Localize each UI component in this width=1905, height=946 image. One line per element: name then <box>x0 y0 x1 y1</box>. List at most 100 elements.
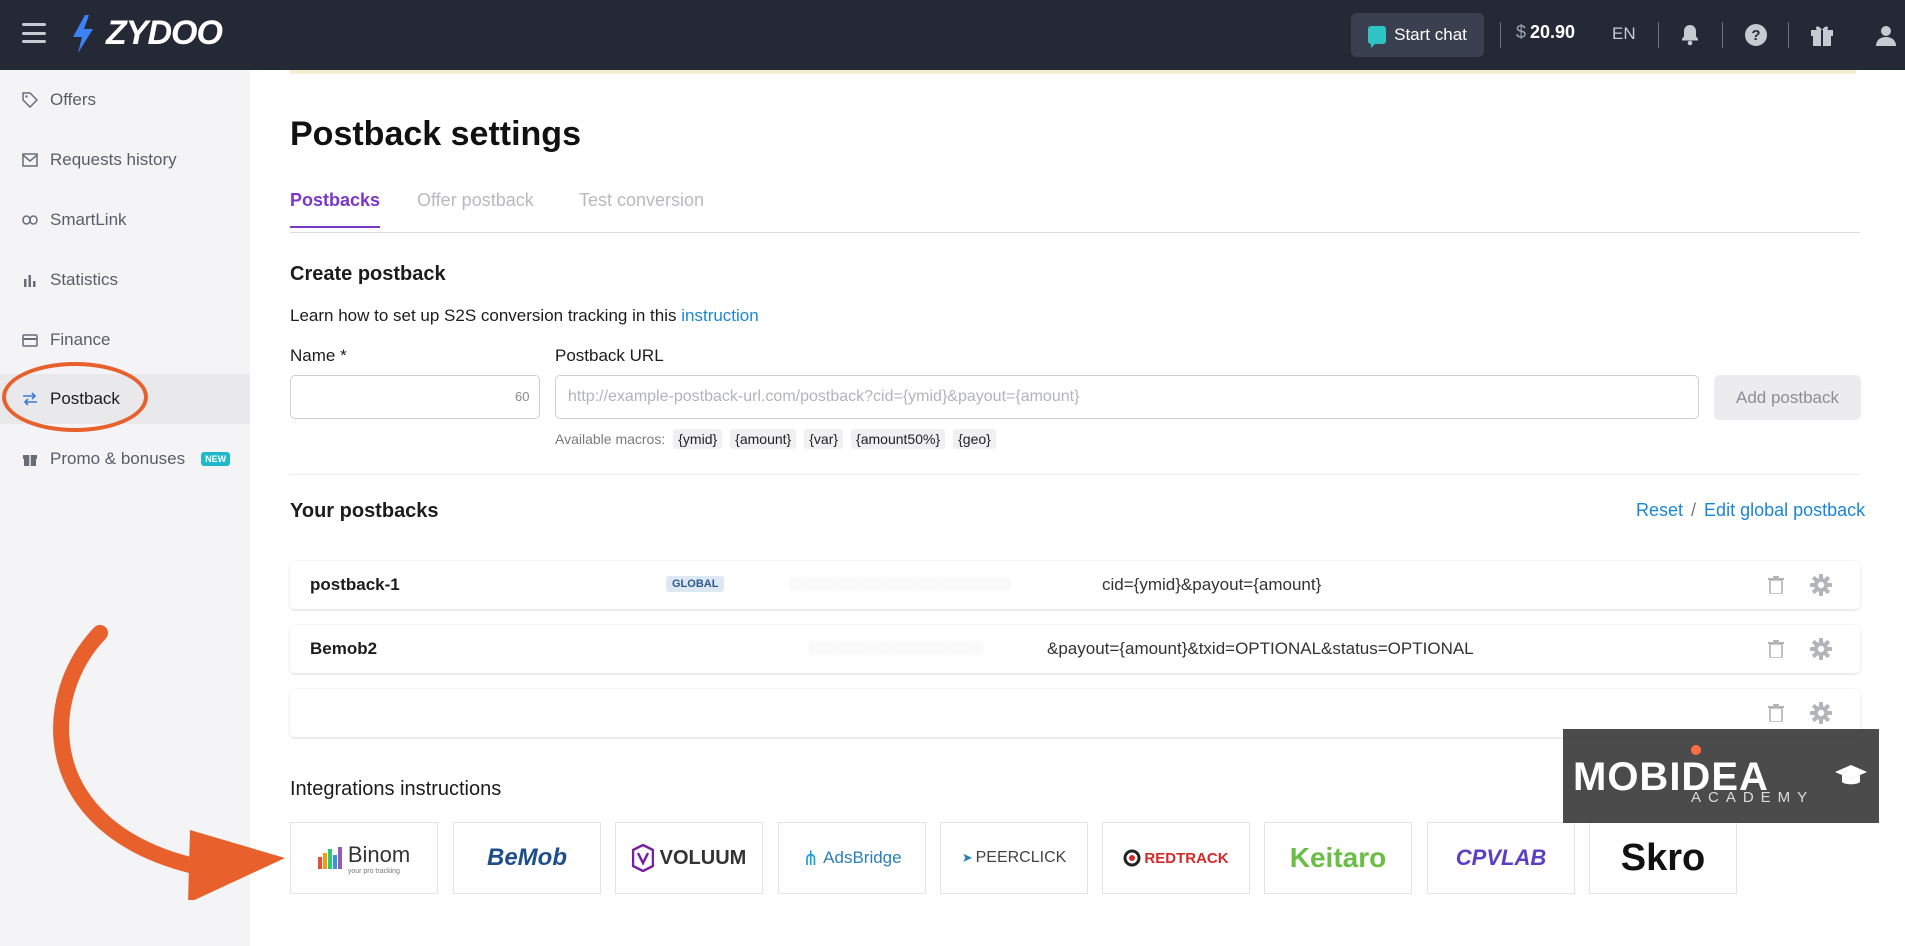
your-postbacks-heading: Your postbacks <box>290 500 439 522</box>
edit-global-postback-link[interactable]: Edit global postback <box>1704 500 1865 521</box>
global-badge: GLOBAL <box>666 576 725 592</box>
tab-test-conversion[interactable]: Test conversion <box>579 190 704 226</box>
postback-url: &payout={amount}&txid=OPTIONAL&status=OP… <box>1047 639 1474 658</box>
sidebar-item-label: Statistics <box>50 270 119 289</box>
macro-chip[interactable]: {ymid} <box>673 429 723 449</box>
balance[interactable]: $20.90 <box>1516 22 1575 43</box>
blurred-url-part: :::::::::::::::::::::::::::::::::::: <box>790 575 1013 592</box>
add-postback-button[interactable]: Add postback <box>1714 375 1861 420</box>
postback-row[interactable]: postback-1 GLOBAL ::::::::::::::::::::::… <box>290 561 1860 609</box>
integration-adsbridge[interactable]: ⋔ AdsBridge <box>778 822 926 894</box>
sidebar-item-offers[interactable]: Offers <box>0 75 250 125</box>
redtrack-logo-text: REDTRACK <box>1144 849 1229 867</box>
section-divider <box>290 474 1860 475</box>
voluum-logo-text: VOLUUM <box>659 846 747 869</box>
svg-text:?: ? <box>1751 27 1760 44</box>
macro-chip[interactable]: {var} <box>804 429 844 449</box>
voluum-logo-icon <box>631 844 654 872</box>
macro-chip[interactable]: {geo} <box>953 429 996 449</box>
instruction-text: Learn how to set up S2S conversion track… <box>290 306 759 326</box>
sidebar-item-promo-bonuses[interactable]: Promo & bonuses NEW <box>0 434 250 484</box>
gear-icon[interactable] <box>1809 573 1833 597</box>
integration-binom[interactable]: Binom your pro tracking <box>290 822 438 894</box>
sidebar-item-smartlink[interactable]: SmartLink <box>0 195 250 245</box>
divider <box>1788 22 1789 48</box>
macro-chip[interactable]: {amount50%} <box>851 429 946 449</box>
integration-peerclick[interactable]: ➤ PEERCLICK <box>940 822 1088 894</box>
watermark-subtitle: ACADEMY <box>1691 789 1815 806</box>
language-selector[interactable]: EN <box>1612 24 1636 44</box>
gift-icon[interactable] <box>1809 22 1835 48</box>
sidebar-item-label: Finance <box>50 330 111 349</box>
sidebar-item-label: Promo & bonuses <box>50 449 186 468</box>
create-postback-heading: Create postback <box>290 263 446 285</box>
integration-skro[interactable]: Skro <box>1589 822 1737 894</box>
cpvlab-logo-text: CPVLAB <box>1455 845 1547 870</box>
watermark-dot <box>1691 745 1701 755</box>
adsbridge-logo-icon: ⋔ <box>802 847 820 870</box>
start-chat-button[interactable]: Start chat <box>1351 13 1484 57</box>
mail-icon <box>22 152 38 168</box>
binom-tagline: your pro tracking <box>347 867 400 875</box>
trash-icon[interactable] <box>1764 637 1788 661</box>
sidebar-item-label: SmartLink <box>50 210 127 229</box>
name-input[interactable] <box>290 375 540 419</box>
link-icon <box>22 212 38 228</box>
integration-cpvlab[interactable]: CPVLAB <box>1427 822 1575 894</box>
chat-icon <box>1368 26 1387 48</box>
tabs: Postbacks Offer postback Test conversion <box>290 190 1860 233</box>
gear-icon[interactable] <box>1809 637 1833 661</box>
name-label: Name * <box>290 346 347 365</box>
postback-row[interactable]: Bemob2 :::::::::::::::::::::::::::: &pay… <box>290 625 1860 673</box>
sidebar-item-requests-history[interactable]: Requests history <box>0 135 250 185</box>
blurred-url-part: :::::::::::::::::::::::::::: <box>810 639 983 656</box>
integration-voluum[interactable]: VOLUUM <box>615 822 763 894</box>
currency-symbol: $ <box>1516 22 1527 42</box>
sidebar-item-finance[interactable]: Finance <box>0 315 250 365</box>
instruction-link[interactable]: instruction <box>681 306 758 325</box>
keitaro-logo-text: Keitaro <box>1289 842 1387 873</box>
integration-keitaro[interactable]: Keitaro <box>1264 822 1412 894</box>
bolt-icon <box>73 14 93 53</box>
postback-url-input[interactable] <box>555 375 1699 419</box>
user-icon[interactable] <box>1873 22 1899 48</box>
sidebar-item-statistics[interactable]: Statistics <box>0 255 250 305</box>
divider <box>1722 22 1723 48</box>
postback-name: postback-1 <box>310 575 400 594</box>
postback-name: Bemob2 <box>310 639 378 658</box>
balance-value: 20.90 <box>1530 22 1576 42</box>
integration-redtrack[interactable]: REDTRACK <box>1102 822 1250 894</box>
binom-logo-icon <box>317 847 342 869</box>
bar-chart-icon <box>22 272 38 288</box>
logo[interactable]: ZYDOO <box>70 14 223 53</box>
tab-postbacks[interactable]: Postbacks <box>290 190 381 228</box>
mobidea-watermark: MOBIDEA ACADEMY <box>1563 729 1879 823</box>
logo-text: ZYDOO <box>106 14 223 52</box>
trash-icon[interactable] <box>1764 701 1788 725</box>
notice-strip <box>290 70 1856 74</box>
tag-icon <box>22 92 38 108</box>
instruction-text-label: Learn how to set up S2S conversion track… <box>290 306 677 325</box>
binom-logo-text: Binom <box>347 841 411 867</box>
postback-url: cid={ymid}&payout={amount} <box>1102 575 1322 594</box>
skro-logo-text: Skro <box>1620 836 1706 879</box>
macro-chip[interactable]: {amount} <box>730 429 797 449</box>
integrations-heading: Integrations instructions <box>290 778 502 800</box>
reset-link[interactable]: Reset <box>1636 500 1683 521</box>
menu-icon[interactable] <box>22 23 46 43</box>
start-chat-label: Start chat <box>1394 25 1467 44</box>
macros-label: Available macros: <box>555 431 666 447</box>
sidebar-item-postback[interactable]: Postback <box>0 374 250 424</box>
bell-icon[interactable] <box>1677 22 1703 48</box>
trash-icon[interactable] <box>1764 573 1788 597</box>
annotation-arrow <box>53 625 285 900</box>
help-icon[interactable]: ? <box>1743 22 1769 48</box>
bemob-logo-text: BeMob <box>487 844 567 871</box>
integration-bemob[interactable]: BeMob <box>453 822 601 894</box>
tab-offer-postback[interactable]: Offer postback <box>417 190 534 226</box>
card-icon <box>22 332 38 348</box>
graduation-cap-icon <box>1835 765 1867 785</box>
postback-url-label: Postback URL <box>555 346 664 365</box>
gear-icon[interactable] <box>1809 701 1833 725</box>
sidebar-item-label: Postback <box>50 389 120 408</box>
